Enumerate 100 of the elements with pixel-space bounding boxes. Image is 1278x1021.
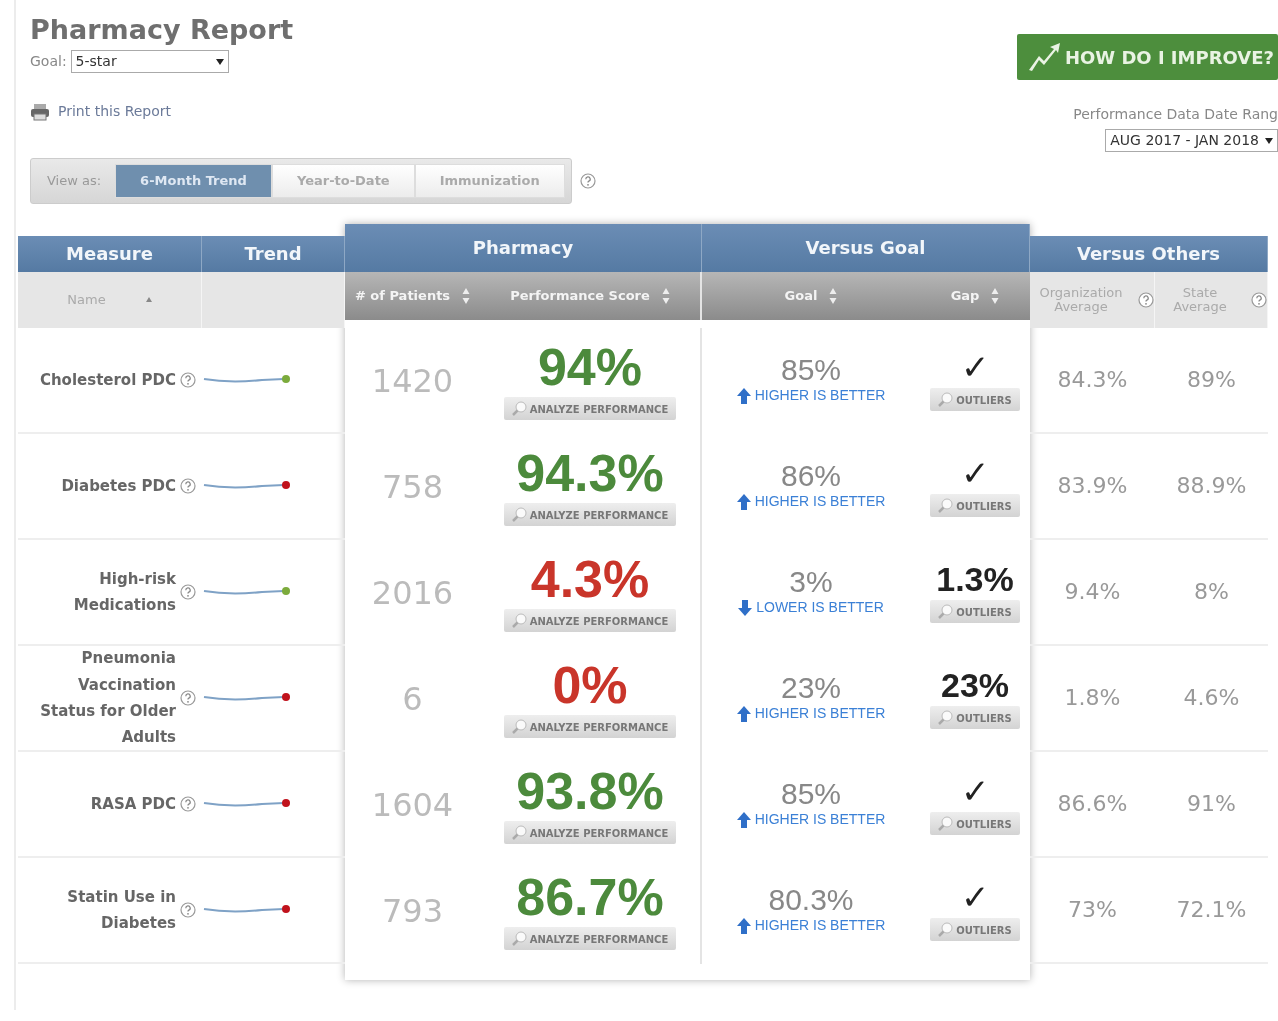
help-icon[interactable]: [180, 795, 196, 812]
help-icon[interactable]: [180, 477, 196, 494]
patient-count: 2016: [371, 572, 454, 614]
direction-label: HIGHER IS BETTER: [754, 810, 886, 830]
help-icon[interactable]: [579, 173, 596, 190]
analyze-button[interactable]: ANALYZE PERFORMANCE: [503, 609, 677, 633]
view-tab[interactable]: Year-to-Date: [271, 164, 415, 198]
state-average: 8%: [1194, 578, 1229, 607]
group-header: Pharmacy: [345, 223, 702, 272]
goal-value: 80.3%: [768, 885, 854, 916]
direction-label: HIGHER IS BETTER: [754, 492, 886, 512]
magnifier-icon: [938, 604, 955, 621]
view-tab[interactable]: Immunization: [414, 164, 565, 198]
goal-value: 23%: [780, 673, 841, 704]
gap-value: 1.3%: [936, 562, 1014, 597]
goal-value: 85%: [780, 355, 841, 386]
patient-count: 758: [381, 466, 444, 508]
sort-arrow-icon[interactable]: [145, 297, 152, 303]
magnifier-icon: [938, 816, 955, 833]
print-link[interactable]: Print this Report: [58, 101, 172, 123]
patient-count: 1420: [371, 360, 454, 402]
direction-label: HIGHER IS BETTER: [754, 916, 886, 936]
organization-average: 86.6%: [1057, 790, 1128, 819]
direction-label: LOWER IS BETTER: [756, 598, 884, 618]
outliers-button[interactable]: OUTLIERS: [930, 388, 1020, 412]
outliers-button[interactable]: OUTLIERS: [930, 706, 1020, 730]
gap-value: ✓: [961, 880, 989, 915]
measure-name: Statin Use in Diabetes: [66, 886, 176, 934]
help-icon[interactable]: [1251, 291, 1267, 308]
magnifier-icon: [511, 825, 528, 842]
state-average: 72.1%: [1176, 896, 1247, 925]
magnifier-icon: [938, 498, 955, 515]
group-header: Versus Others: [1030, 235, 1268, 272]
performance-score: 86.7%: [516, 871, 664, 924]
patient-count: 6: [402, 678, 423, 720]
organization-average: 84.3%: [1057, 366, 1128, 395]
patient-count: 1604: [371, 784, 454, 826]
organization-average: 9.4%: [1064, 578, 1121, 607]
page-title: Pharmacy Report: [30, 14, 295, 47]
organization-average: 83.9%: [1057, 472, 1128, 501]
analyze-button[interactable]: ANALYZE PERFORMANCE: [503, 503, 677, 527]
help-icon[interactable]: [180, 689, 196, 706]
column-header[interactable]: Name: [67, 292, 106, 308]
gap-value: ✓: [961, 774, 989, 809]
help-icon[interactable]: [1138, 291, 1154, 308]
outliers-button[interactable]: OUTLIERS: [930, 918, 1020, 942]
help-icon[interactable]: [180, 371, 196, 388]
analyze-button[interactable]: ANALYZE PERFORMANCE: [503, 397, 677, 421]
measure-name: High-risk Medications: [72, 568, 176, 616]
direction-label: HIGHER IS BETTER: [754, 386, 886, 406]
outliers-button[interactable]: OUTLIERS: [930, 494, 1020, 518]
date-range-label: Performance Data Date Rang: [1073, 105, 1278, 124]
magnifier-icon: [938, 392, 955, 409]
caret-icon: [1265, 137, 1273, 144]
help-icon[interactable]: [180, 583, 196, 600]
state-average: 89%: [1187, 366, 1236, 395]
view-as-label: View as:: [46, 172, 103, 191]
performance-score: 0%: [552, 659, 628, 712]
analyze-button[interactable]: ANALYZE PERFORMANCE: [503, 927, 677, 951]
printer-icon[interactable]: [30, 102, 50, 121]
magnifier-icon: [511, 719, 528, 736]
state-average: 4.6%: [1183, 684, 1240, 713]
goal-select[interactable]: 5-star: [70, 50, 229, 74]
gap-value: 23%: [940, 668, 1010, 703]
view-tab[interactable]: 6-Month Trend: [115, 164, 272, 198]
organization-average: 73%: [1068, 896, 1117, 925]
organization-average: 1.8%: [1064, 684, 1121, 713]
date-range-select[interactable]: AUG 2017 - JAN 2018: [1105, 129, 1278, 152]
magnifier-icon: [511, 401, 528, 418]
magnifier-icon: [511, 507, 528, 524]
goal-label: Goal:: [30, 52, 67, 72]
gap-value: ✓: [961, 350, 989, 385]
measure-name: Diabetes PDC: [61, 475, 176, 497]
rising-arrow-icon: [1026, 42, 1061, 72]
patient-count: 793: [381, 890, 444, 932]
gap-value: ✓: [961, 456, 989, 491]
goal-value: 3%: [789, 567, 833, 598]
analyze-button[interactable]: ANALYZE PERFORMANCE: [503, 715, 677, 739]
column-header[interactable]: Goal: [784, 288, 818, 304]
help-icon[interactable]: [180, 901, 196, 918]
analyze-button[interactable]: ANALYZE PERFORMANCE: [503, 821, 677, 845]
direction-label: HIGHER IS BETTER: [754, 704, 886, 724]
magnifier-icon: [938, 710, 955, 727]
measure-name: Cholesterol PDC: [39, 369, 176, 391]
magnifier-icon: [511, 613, 528, 630]
outliers-button[interactable]: OUTLIERS: [930, 600, 1020, 624]
state-average: 88.9%: [1176, 472, 1247, 501]
column-header[interactable]: Gap: [950, 288, 980, 304]
magnifier-icon: [938, 922, 955, 939]
magnifier-icon: [511, 931, 528, 948]
improve-button[interactable]: HOW DO I IMPROVE?: [1016, 34, 1278, 80]
group-header: Measure: [18, 235, 202, 272]
performance-score: 94.3%: [516, 447, 664, 500]
measure-name: RASA PDC: [90, 793, 176, 815]
caret-icon: [215, 58, 224, 65]
outliers-button[interactable]: OUTLIERS: [930, 812, 1020, 836]
performance-score: 94%: [537, 341, 643, 394]
performance-score: 93.8%: [516, 765, 664, 818]
performance-score: 4.3%: [530, 553, 650, 606]
goal-value: 86%: [780, 461, 841, 492]
